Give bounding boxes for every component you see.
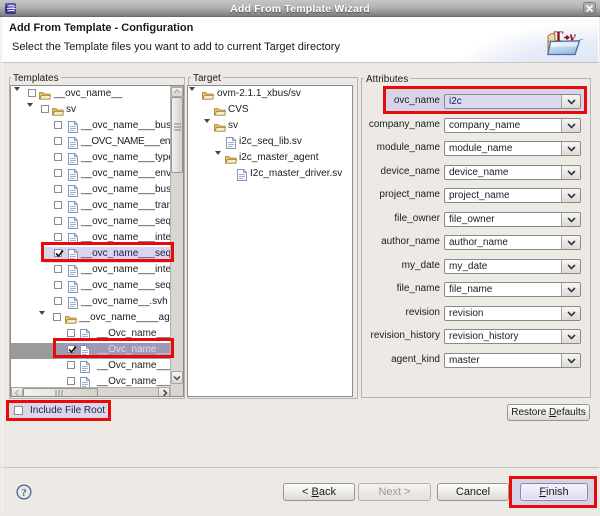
svg-text:?: ? <box>21 487 27 499</box>
